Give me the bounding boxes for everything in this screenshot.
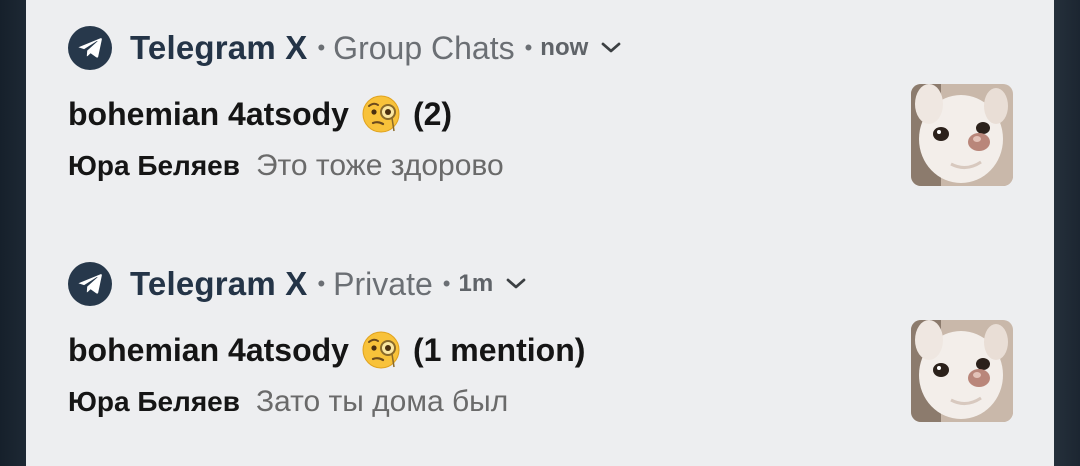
notification-time: 1m [458,270,494,297]
notification-time: now [540,34,589,61]
separator-dot: • [524,35,533,60]
notification-card[interactable]: Telegram X • Private • 1m bohemian 4atso… [26,236,1054,436]
separator-dot: • [317,35,326,60]
telegram-icon [68,262,112,306]
face-with-monocle-icon [361,94,401,134]
notification-body: Юра Беляев Это тоже здорово [68,146,504,186]
avatar [911,84,1013,186]
notification-panel: Telegram X • Group Chats • now bohemian … [26,0,1054,466]
sender-name: Юра Беляев [68,386,240,417]
sender-name: Юра Беляев [68,150,240,181]
notification-header: Telegram X • Group Chats • now [68,24,622,72]
separator-dot: • [442,271,451,296]
notification-title: bohemian 4atsody (1 mention) [68,328,585,372]
face-with-monocle-icon [361,330,401,370]
telegram-icon [68,26,112,70]
notification-header: Telegram X • Private • 1m [68,260,527,308]
notification-card[interactable]: Telegram X • Group Chats • now bohemian … [26,0,1054,200]
mention-count: (1 mention) [412,331,586,368]
avatar [911,320,1013,422]
notification-channel: Private [333,265,433,302]
app-name: Telegram X [130,29,308,66]
notification-body: Юра Беляев Зато ты дома был [68,382,508,422]
chat-name: bohemian 4atsody [68,331,349,368]
message-count: (2) [412,95,453,132]
message-text: Зато ты дома был [255,385,509,418]
chevron-down-icon[interactable] [600,41,622,55]
separator-dot: • [317,271,326,296]
message-text: Это тоже здорово [255,149,504,182]
notification-channel: Group Chats [333,29,515,66]
notification-title: bohemian 4atsody (2) [68,92,452,136]
chevron-down-icon[interactable] [505,277,527,291]
app-name: Telegram X [130,265,308,302]
chat-name: bohemian 4atsody [68,95,349,132]
